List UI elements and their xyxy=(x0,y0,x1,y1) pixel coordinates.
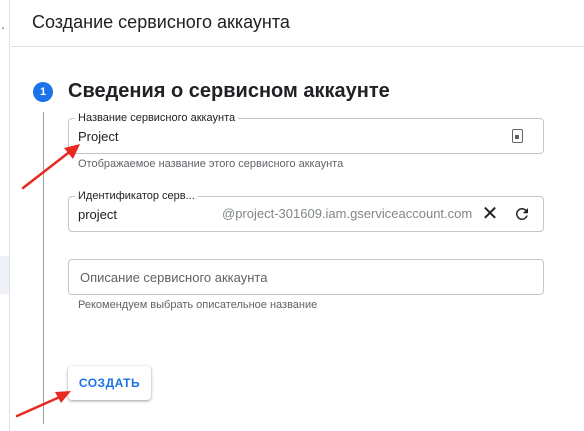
service-account-description-field[interactable]: Описание сервисного аккаунта xyxy=(68,259,544,295)
create-button[interactable]: СОЗДАТЬ xyxy=(68,366,151,400)
refresh-icon[interactable] xyxy=(513,205,531,223)
left-nav-strip: . xyxy=(0,0,10,431)
page-title: Создание сервисного аккаунта xyxy=(32,12,290,32)
service-account-id-value[interactable]: project xyxy=(78,207,117,222)
step-title: Сведения о сервисном аккаунте xyxy=(68,80,390,102)
service-account-name-label: Название сервисного аккаунта xyxy=(75,111,239,125)
service-account-name-value[interactable]: Project xyxy=(78,129,118,144)
service-account-id-field[interactable]: Идентификатор серв... project @project-3… xyxy=(68,189,544,232)
service-account-name-hint: Отображаемое название этого сервисного а… xyxy=(78,158,344,170)
left-nav-glyph: . xyxy=(1,16,5,32)
create-service-account-page: . Создание сервисного аккаунта 1 Сведени… xyxy=(0,0,584,431)
left-nav-selected-item[interactable] xyxy=(0,256,9,294)
close-icon[interactable]: ✕ xyxy=(481,204,499,224)
service-account-description-hint: Рекомендуем выбрать описательное названи… xyxy=(78,299,318,311)
page-header: Создание сервисного аккаунта xyxy=(11,0,584,47)
annotation-arrow-name-field xyxy=(21,144,80,190)
service-account-id-suffix: @project-301609.iam.gserviceaccount.com xyxy=(222,206,473,221)
badge-icon xyxy=(512,129,523,143)
step-number-badge: 1 xyxy=(33,82,53,102)
service-account-description-placeholder: Описание сервисного аккаунта xyxy=(80,270,268,285)
annotation-arrow-create-button xyxy=(15,391,71,418)
service-account-id-label: Идентификатор серв... xyxy=(75,189,198,203)
service-account-name-field[interactable]: Название сервисного аккаунта Project xyxy=(68,111,544,154)
